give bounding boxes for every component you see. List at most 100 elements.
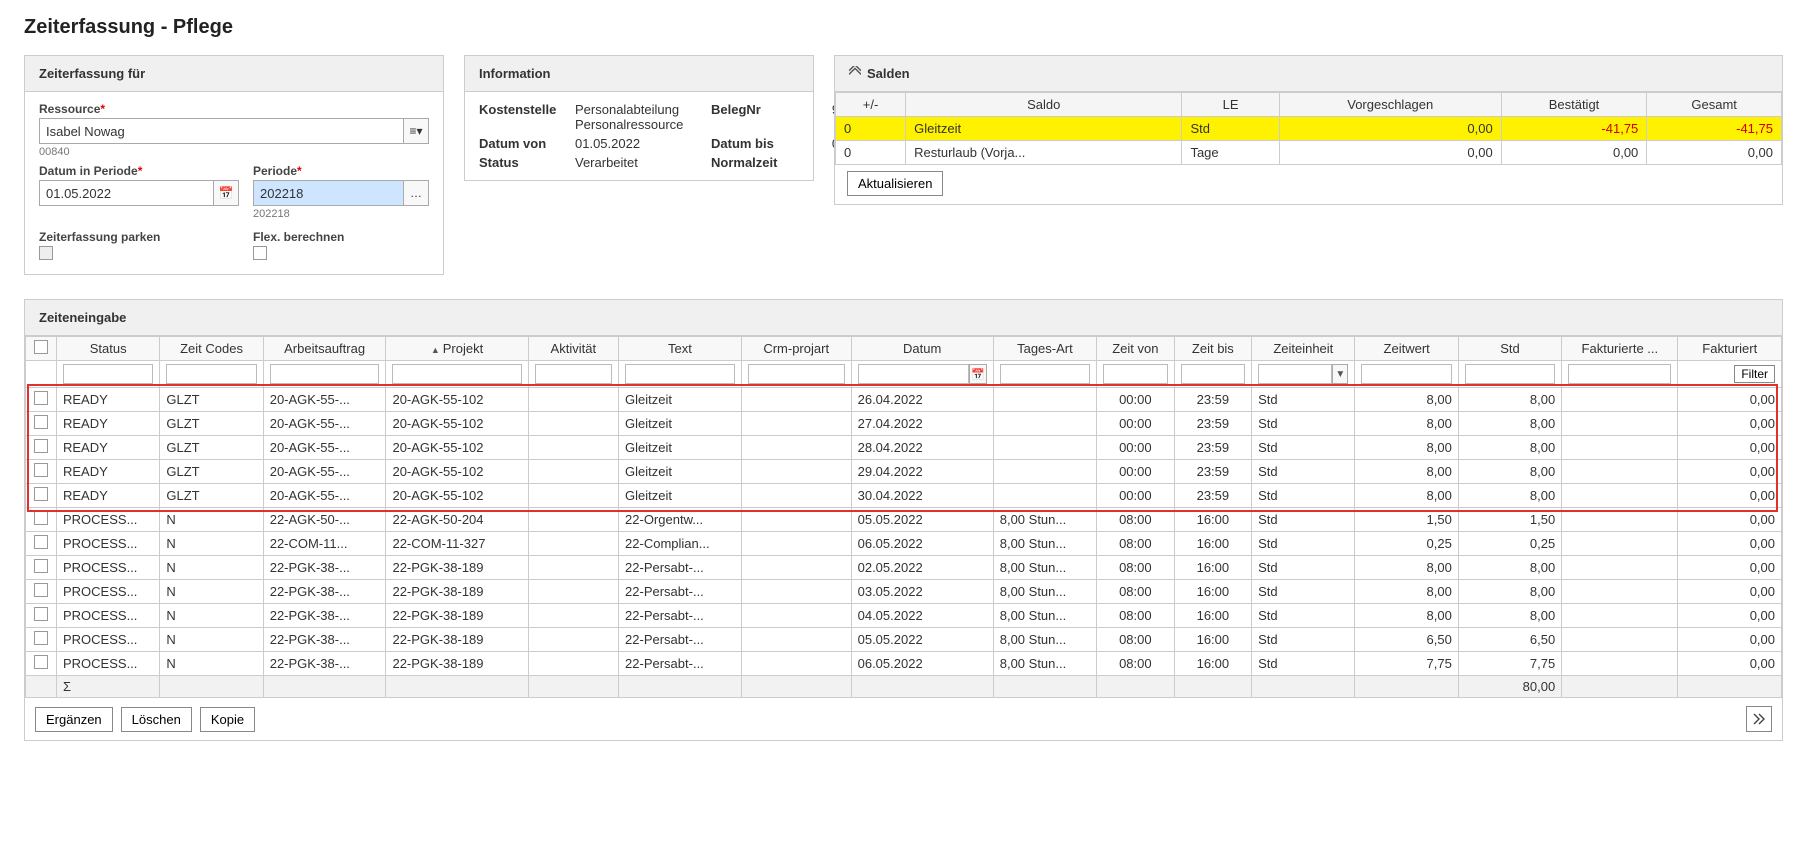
table-row[interactable]: PROCESS...N22-COM-11...22-COM-11-32722-C… <box>26 532 1782 556</box>
table-row[interactable]: READYGLZT20-AGK-55-...20-AGK-55-102Gleit… <box>26 460 1782 484</box>
zcol-0[interactable]: Status <box>57 337 160 361</box>
row-checkbox[interactable] <box>34 391 48 405</box>
periode-lookup-icon[interactable]: … <box>403 180 429 206</box>
row-checkbox[interactable] <box>34 583 48 597</box>
info-kostenstelle-v: Personalabteilung Personalressource <box>575 102 705 132</box>
filter-datum[interactable] <box>858 364 970 384</box>
table-row[interactable]: READYGLZT20-AGK-55-...20-AGK-55-102Gleit… <box>26 436 1782 460</box>
row-checkbox[interactable] <box>34 631 48 645</box>
aktualisieren-button[interactable]: Aktualisieren <box>847 171 943 196</box>
kopie-button[interactable]: Kopie <box>200 707 255 732</box>
label-datum-periode: Datum in Periode <box>39 164 239 178</box>
zcol-3[interactable]: Projekt <box>386 337 528 361</box>
flex-checkbox[interactable] <box>253 246 267 260</box>
row-checkbox[interactable] <box>34 535 48 549</box>
label-parken: Zeiterfassung parken <box>39 230 239 244</box>
info-datum-von-v: 01.05.2022 <box>575 136 705 151</box>
zcol-5[interactable]: Text <box>619 337 742 361</box>
table-row[interactable]: PROCESS...N22-PGK-38-...22-PGK-38-18922-… <box>26 628 1782 652</box>
calendar-icon[interactable]: 📅 <box>969 364 986 384</box>
zcol-4[interactable]: Aktivität <box>528 337 618 361</box>
table-row[interactable]: READYGLZT20-AGK-55-...20-AGK-55-102Gleit… <box>26 412 1782 436</box>
bal-row[interactable]: 0Resturlaub (Vorja...Tage0,000,000,00 <box>836 141 1782 165</box>
table-row[interactable]: PROCESS...N22-AGK-50-...22-AGK-50-20422-… <box>26 508 1782 532</box>
chevron-down-icon[interactable]: ▼ <box>1332 364 1348 384</box>
periode-sub: 202218 <box>253 208 429 220</box>
row-checkbox[interactable] <box>34 463 48 477</box>
panel-information: Information Kostenstelle Personalabteilu… <box>464 55 814 181</box>
zcol-15[interactable]: Fakturiert <box>1678 337 1782 361</box>
zcol-14[interactable]: Fakturierte ... <box>1562 337 1678 361</box>
zcol-7[interactable]: Datum <box>851 337 993 361</box>
zcol-2[interactable]: Arbeitsauftrag <box>263 337 386 361</box>
ergaenzen-button[interactable]: Ergänzen <box>35 707 113 732</box>
panel-salden: Salden +/-SaldoLEVorgeschlagenBestätigtG… <box>834 55 1783 205</box>
filter-input-0[interactable] <box>63 364 153 384</box>
table-row[interactable]: PROCESS...N22-PGK-38-...22-PGK-38-18922-… <box>26 580 1782 604</box>
filter-ze[interactable] <box>1258 364 1332 384</box>
calendar-icon[interactable]: 📅 <box>213 180 239 206</box>
filter-input-3[interactable] <box>392 364 521 384</box>
row-checkbox[interactable] <box>34 655 48 669</box>
row-checkbox[interactable] <box>34 487 48 501</box>
zcol-6[interactable]: Crm-projart <box>741 337 851 361</box>
row-checkbox[interactable] <box>34 559 48 573</box>
filter-input-10[interactable] <box>1181 364 1246 384</box>
zcol-1[interactable]: Zeit Codes <box>160 337 263 361</box>
table-row[interactable]: PROCESS...N22-PGK-38-...22-PGK-38-18922-… <box>26 652 1782 676</box>
salden-title: Salden <box>867 66 910 81</box>
filter-input-8[interactable] <box>1000 364 1090 384</box>
filter-input-6[interactable] <box>748 364 845 384</box>
filter-input-4[interactable] <box>535 364 612 384</box>
panel-header[interactable]: Salden <box>835 56 1782 92</box>
zcol-9[interactable]: Zeit von <box>1097 337 1175 361</box>
ressource-lookup-icon[interactable]: ≡▾ <box>403 118 429 144</box>
collapse-icon[interactable] <box>849 66 861 81</box>
bal-col-4: Bestätigt <box>1501 93 1647 117</box>
table-row[interactable]: PROCESS...N22-PGK-38-...22-PGK-38-18922-… <box>26 604 1782 628</box>
info-status-v: Verarbeitet <box>575 155 705 170</box>
zcol-12[interactable]: Zeitwert <box>1355 337 1458 361</box>
zcol-13[interactable]: Std <box>1458 337 1561 361</box>
ressource-input[interactable]: Isabel Nowag <box>39 118 403 144</box>
zeiten-title: Zeiteneingabe <box>25 300 1782 336</box>
datum-periode-input[interactable]: 01.05.2022 <box>39 180 213 206</box>
bal-col-2: LE <box>1182 93 1279 117</box>
panel-zeiteneingabe: Zeiteneingabe StatusZeit CodesArbeitsauf… <box>24 299 1783 741</box>
bal-col-1: Saldo <box>906 93 1182 117</box>
table-row[interactable]: READYGLZT20-AGK-55-...20-AGK-55-102Gleit… <box>26 484 1782 508</box>
periode-input[interactable]: 202218 <box>253 180 403 206</box>
panel-zeiterfassung-fuer: Zeiterfassung für Ressource Isabel Nowag… <box>24 55 444 275</box>
row-checkbox[interactable] <box>34 607 48 621</box>
loeschen-button[interactable]: Löschen <box>121 707 192 732</box>
info-normalzeit-k: Normalzeit <box>711 155 801 170</box>
zcol-10[interactable]: Zeit bis <box>1174 337 1252 361</box>
select-all-checkbox[interactable] <box>34 340 48 354</box>
label-flex: Flex. berechnen <box>253 230 344 244</box>
filter-input-5[interactable] <box>625 364 735 384</box>
zcol-11[interactable]: Zeiteinheit <box>1252 337 1355 361</box>
label-ressource: Ressource <box>39 102 429 116</box>
filter-input-1[interactable] <box>166 364 256 384</box>
row-checkbox[interactable] <box>34 511 48 525</box>
filter-input-13[interactable] <box>1465 364 1555 384</box>
save-flag-icon[interactable] <box>1746 706 1772 732</box>
bal-row[interactable]: 0GleitzeitStd0,00-41,75-41,75 <box>836 117 1782 141</box>
sum-label: Σ <box>57 676 160 698</box>
table-row[interactable]: PROCESS...N22-PGK-38-...22-PGK-38-18922-… <box>26 556 1782 580</box>
ressource-code: 00840 <box>39 146 429 158</box>
parken-checkbox[interactable] <box>39 246 53 260</box>
filter-input-9[interactable] <box>1103 364 1168 384</box>
row-checkbox[interactable] <box>34 415 48 429</box>
info-belegnr-k: BelegNr <box>711 102 801 132</box>
info-status-k: Status <box>479 155 569 170</box>
filter-input-12[interactable] <box>1361 364 1451 384</box>
label-periode: Periode <box>253 164 429 178</box>
zcol-8[interactable]: Tages-Art <box>993 337 1096 361</box>
table-row[interactable]: READYGLZT20-AGK-55-...20-AGK-55-102Gleit… <box>26 388 1782 412</box>
info-datum-bis-k: Datum bis <box>711 136 801 151</box>
filter-button[interactable]: Filter <box>1734 365 1775 383</box>
row-checkbox[interactable] <box>34 439 48 453</box>
filter-input-2[interactable] <box>270 364 380 384</box>
filter-input-14[interactable] <box>1568 364 1671 384</box>
